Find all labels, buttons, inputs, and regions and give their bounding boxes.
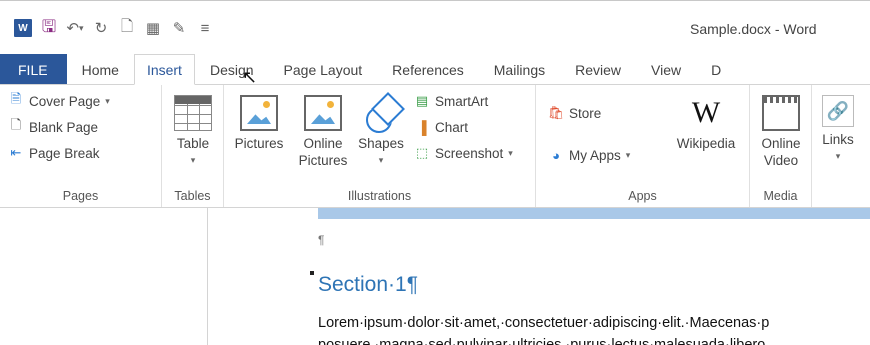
tab-design[interactable]: Design [195,54,269,85]
save-icon[interactable]: 🖫 [40,17,58,37]
blank-page-icon: 🗋 [10,117,22,132]
tab-page-layout[interactable]: Page Layout [269,54,378,85]
chevron-down-icon: ▾ [190,155,196,165]
undo-icon[interactable]: ↶ ▾ [66,19,84,37]
group-label-media: Media [763,189,798,203]
page-break-button[interactable]: ⇤ Page Break [8,145,100,161]
customize-icon[interactable]: ≡ [196,19,214,37]
store-button[interactable]: 🛍 Store [547,105,602,121]
wikipedia-button[interactable]: W Wikipedia [668,95,744,152]
pictures-icon [240,95,278,131]
chart-icon: ▐ [417,119,427,135]
chevron-down-icon: ▾ [835,151,841,161]
group-label-illustrations: Illustrations [347,189,412,203]
group-apps: 🛍 Store ◕ My Apps ▾ W Wikipedia Apps [536,85,750,207]
screenshot-icon: ⬚ [415,145,429,160]
chevron-down-icon: ▾ [508,147,513,158]
online-pictures-icon [304,95,342,131]
ribbon-tabs: FILE Home Insert Design Page Layout Refe… [0,54,870,85]
smartart-button[interactable]: ▤ SmartArt [414,93,488,109]
group-tables: Table ▾ Tables [162,85,224,207]
chart-button[interactable]: ▐ Chart [414,119,468,135]
touch-mode-icon[interactable]: ✎ [170,19,188,37]
ribbon: 🗎 Cover Page ▾ 🗋 Blank Page ⇤ Page Break … [0,84,870,208]
title-bar: W 🖫 ↶ ▾ ↻ 🗋 ▦ ✎ ≡ Sample.docx - Word [0,0,870,54]
store-icon: 🛍 [547,105,565,120]
cover-page-button[interactable]: 🗎 Cover Page ▾ [8,91,110,109]
links-button[interactable]: 🔗 Links ▾ [816,95,860,165]
online-video-button[interactable]: Online Video [756,95,806,169]
paragraph-mark: ¶ [318,233,325,247]
pictures-button[interactable]: Pictures [229,95,289,152]
tab-references[interactable]: References [377,54,479,85]
table-button[interactable]: Table ▾ [170,95,216,169]
group-illustrations: Pictures Online Pictures Shapes ▾ ▤ Smar… [224,85,536,207]
tab-home[interactable]: Home [67,54,134,85]
link-icon: 🔗 [822,95,854,127]
wikipedia-icon: W [691,96,721,129]
chevron-down-icon: ▾ [625,149,631,160]
redo-icon[interactable]: ↻ [92,19,110,37]
print-preview-icon[interactable]: ▦ [144,19,162,37]
body-line-1: Lorem·ipsum·dolor·sit·amet,·consectetuer… [318,315,770,331]
body-line-2: posuere,·magna·sed·pulvinar·ultricies,·p… [318,337,770,345]
shapes-icon [362,95,400,133]
tab-insert[interactable]: Insert [133,54,195,85]
group-label-pages: Pages [62,189,99,203]
blank-page-button[interactable]: 🗋 Blank Page [8,117,98,135]
tab-review[interactable]: Review [560,54,636,85]
word-logo-icon[interactable]: W [14,19,32,37]
new-doc-icon[interactable]: 🗋 [118,18,136,37]
body-paragraph[interactable]: Lorem·ipsum·dolor·sit·amet,·consectetuer… [318,312,870,345]
window-title: Sample.docx - Word [690,21,817,37]
smartart-icon: ▤ [415,93,429,108]
my-apps-icon: ◕ [552,147,560,163]
mouse-cursor-icon: ↖ [242,67,258,87]
tab-mailings[interactable]: Mailings [479,54,560,85]
group-pages: 🗎 Cover Page ▾ 🗋 Blank Page ⇤ Page Break … [0,85,162,207]
group-media: Online Video Media [750,85,812,207]
section-heading[interactable]: Section·1¶ [318,273,418,297]
quick-access-toolbar: W 🖫 ↶ ▾ ↻ 🗋 ▦ ✎ ≡ [14,17,214,37]
chevron-down-icon: ▾ [378,155,384,165]
cover-page-icon: 🗎 [10,91,22,106]
tab-view[interactable]: View [636,54,696,85]
shapes-button[interactable]: Shapes ▾ [354,95,408,169]
tab-developer[interactable]: D [696,54,736,85]
heading-marker [310,271,314,275]
screenshot-button[interactable]: ⬚ Screenshot ▾ [414,145,513,161]
chevron-down-icon: ▾ [105,95,110,106]
page-top-band [318,208,870,219]
my-apps-button[interactable]: ◕ My Apps ▾ [548,147,630,163]
online-video-icon [762,95,800,131]
table-icon [174,95,212,131]
group-label-apps: Apps [628,189,657,203]
online-pictures-button[interactable]: Online Pictures [292,95,354,169]
group-links: 🔗 Links ▾ [812,85,870,207]
navigation-pane-divider [207,208,208,345]
page-break-icon: ⇤ [10,145,22,160]
tab-file[interactable]: FILE [0,54,67,85]
group-label-tables: Tables [174,189,211,203]
